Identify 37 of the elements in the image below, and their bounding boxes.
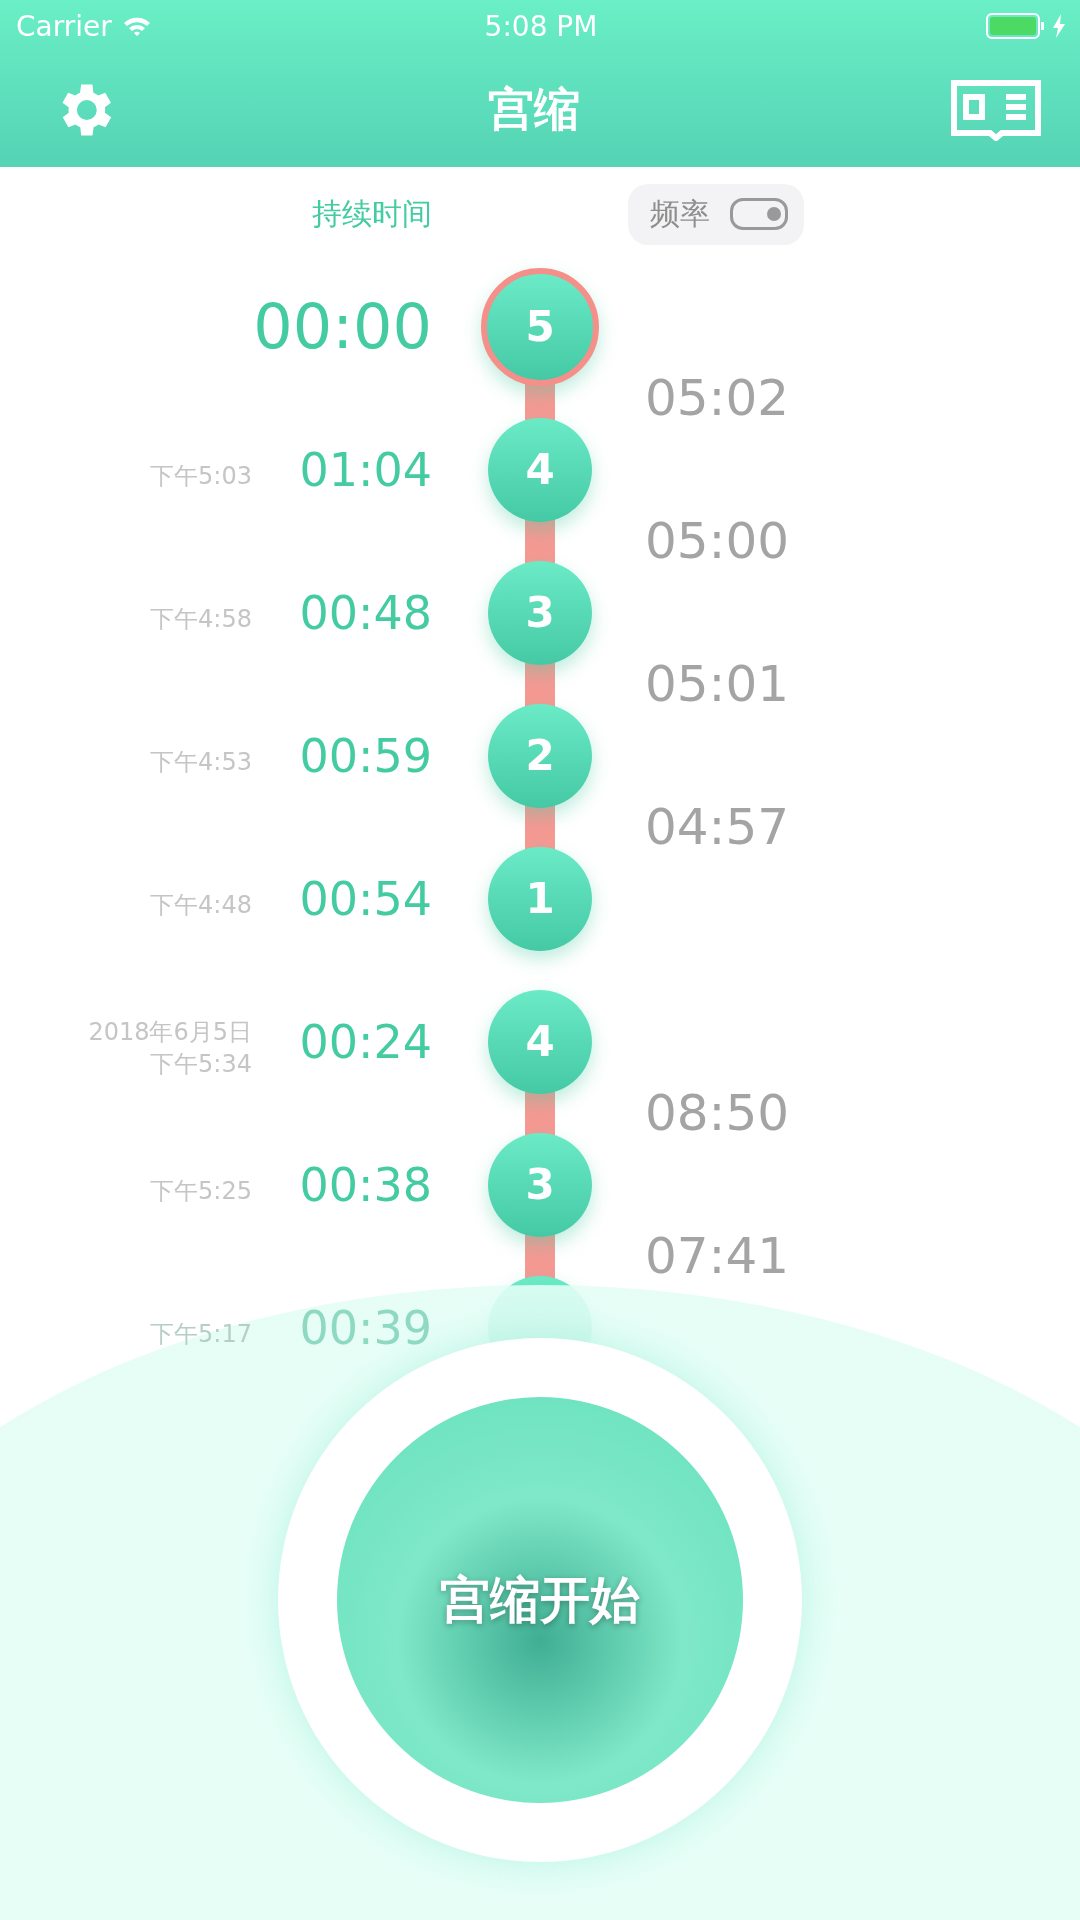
record-time: 下午5:25 [149,1175,253,1207]
duration-value: 00:54 [299,871,432,926]
interval-value: 05:00 [645,512,791,570]
carrier-name: Carrier [16,9,112,43]
start-button[interactable]: 宫缩开始 [337,1397,743,1803]
duration-value: 00:39 [299,1300,432,1355]
book-icon[interactable] [950,78,1042,141]
duration-value: 00:24 [299,1014,432,1069]
interval-value: 05:01 [645,655,791,713]
contraction-number: 5 [481,267,599,386]
record-time: 下午5:03 [149,460,253,492]
interval-value: 05:02 [645,369,791,427]
contraction-number: 2 [488,703,592,808]
duration-value: 00:00 [253,290,432,363]
battery-icon [986,13,1046,39]
record-time: 2018年6月5日 下午5:34 [87,1017,253,1080]
record-time: 下午4:58 [149,603,253,635]
duration-value: 01:04 [299,442,432,497]
record-time: 下午4:53 [149,746,253,778]
duration-value: 00:38 [299,1157,432,1212]
contraction-number: 4 [488,417,592,522]
record-time: 下午5:17 [149,1318,253,1350]
contraction-number: 3 [488,560,592,665]
contraction-number: 3 [488,1132,592,1237]
frequency-toggle[interactable]: 频率 [628,183,804,245]
contraction-number: 4 [488,989,592,1094]
status-time: 5:08 PM [484,9,598,43]
duration-value: 00:48 [299,585,432,640]
interval-value: 07:41 [645,1227,791,1285]
duration-label: 持续时间 [312,194,432,233]
interval-value: 08:50 [645,1084,791,1142]
charging-icon [1052,14,1066,38]
duration-value: 00:59 [299,728,432,783]
page-title: 宫缩 [488,80,580,138]
interval-value: 04:57 [645,798,791,856]
record-time: 下午4:48 [149,889,253,921]
contraction-number: 1 [488,846,592,951]
